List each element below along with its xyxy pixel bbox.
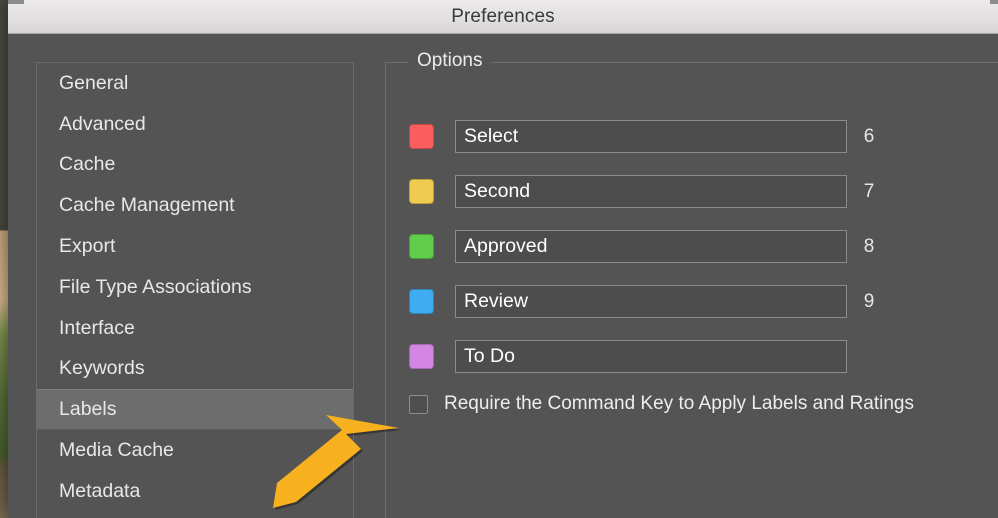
label-shortcut-key: 6	[863, 125, 875, 147]
sidebar-item-label: Advanced	[59, 112, 146, 135]
sidebar-item-label: File Type Associations	[59, 275, 252, 298]
label-name-value: To Do	[464, 345, 515, 367]
label-shortcut-key: 7	[863, 180, 875, 202]
sidebar-item-label: Cache	[59, 153, 116, 176]
label-name-value: Second	[464, 180, 531, 202]
label-shortcut-key: 9	[863, 290, 875, 312]
label-color-swatch[interactable]	[409, 289, 434, 314]
background-window-sliver-right	[990, 0, 998, 4]
label-color-swatch[interactable]	[409, 124, 434, 149]
background-window-sliver-left	[8, 0, 24, 4]
label-row: Approved 8	[409, 219, 998, 274]
sidebar-item-label: Export	[59, 235, 116, 258]
window-titlebar[interactable]: Preferences	[8, 0, 998, 34]
label-name-input[interactable]: To Do	[455, 340, 847, 373]
sidebar-item-metadata[interactable]: Metadata	[37, 471, 353, 512]
label-color-swatch[interactable]	[409, 344, 434, 369]
label-row: Review 9	[409, 274, 998, 329]
sidebar-item-label: General	[59, 71, 129, 94]
sidebar-item-cache-management[interactable]: Cache Management	[37, 185, 353, 226]
label-row: To Do	[409, 329, 998, 384]
require-command-key-label: Require the Command Key to Apply Labels …	[444, 393, 914, 414]
label-row: Select 6	[409, 109, 998, 164]
label-name-input[interactable]: Review	[455, 285, 847, 318]
preferences-window: Preferences General Advanced Cache Cache Ma…	[8, 0, 998, 518]
label-row: Second 7	[409, 164, 998, 219]
window-title: Preferences	[451, 5, 555, 27]
sidebar-item-label: Labels	[59, 398, 117, 421]
preferences-sidebar[interactable]: General Advanced Cache Cache Management Expo…	[36, 62, 354, 518]
options-group-legend: Options	[408, 50, 492, 72]
sidebar-item-label: Cache Management	[59, 194, 235, 217]
label-name-input[interactable]: Select	[455, 120, 847, 153]
label-color-swatch[interactable]	[409, 179, 434, 204]
require-command-key-checkbox[interactable]	[409, 394, 428, 414]
label-name-value: Review	[464, 290, 528, 312]
sidebar-item-label: Keywords	[59, 357, 145, 380]
sidebar-item-label: Interface	[59, 316, 135, 339]
label-name-value: Select	[464, 125, 519, 147]
label-color-swatch[interactable]	[409, 234, 434, 259]
sidebar-item-export[interactable]: Export	[37, 226, 353, 267]
sidebar-item-media-cache[interactable]: Media Cache	[37, 430, 353, 471]
sidebar-item-labels[interactable]: Labels	[37, 389, 353, 431]
sidebar-item-keywords[interactable]: Keywords	[37, 349, 353, 390]
sidebar-item-file-type-associations[interactable]: File Type Associations	[37, 267, 353, 308]
sidebar-item-interface[interactable]: Interface	[37, 308, 353, 349]
sidebar-item-cache[interactable]: Cache	[37, 145, 353, 186]
label-rows-list: Select 6 Second 7 Approved 8 Review 9 To Do	[409, 109, 998, 384]
sidebar-item-general[interactable]: General	[37, 63, 353, 104]
require-command-key-row[interactable]: Require the Command Key to Apply Labels …	[409, 393, 914, 415]
sidebar-item-advanced[interactable]: Advanced	[37, 104, 353, 145]
label-shortcut-key: 8	[863, 235, 875, 257]
label-name-input[interactable]: Approved	[455, 230, 847, 263]
sidebar-item-label: Media Cache	[59, 439, 174, 462]
label-name-input[interactable]: Second	[455, 175, 847, 208]
options-group: Options Select 6 Second 7 Approved 8 Review 9 To…	[385, 50, 998, 518]
window-content: General Advanced Cache Cache Management Expo…	[8, 34, 998, 518]
label-name-value: Approved	[464, 235, 548, 257]
sidebar-item-label: Metadata	[59, 479, 141, 502]
